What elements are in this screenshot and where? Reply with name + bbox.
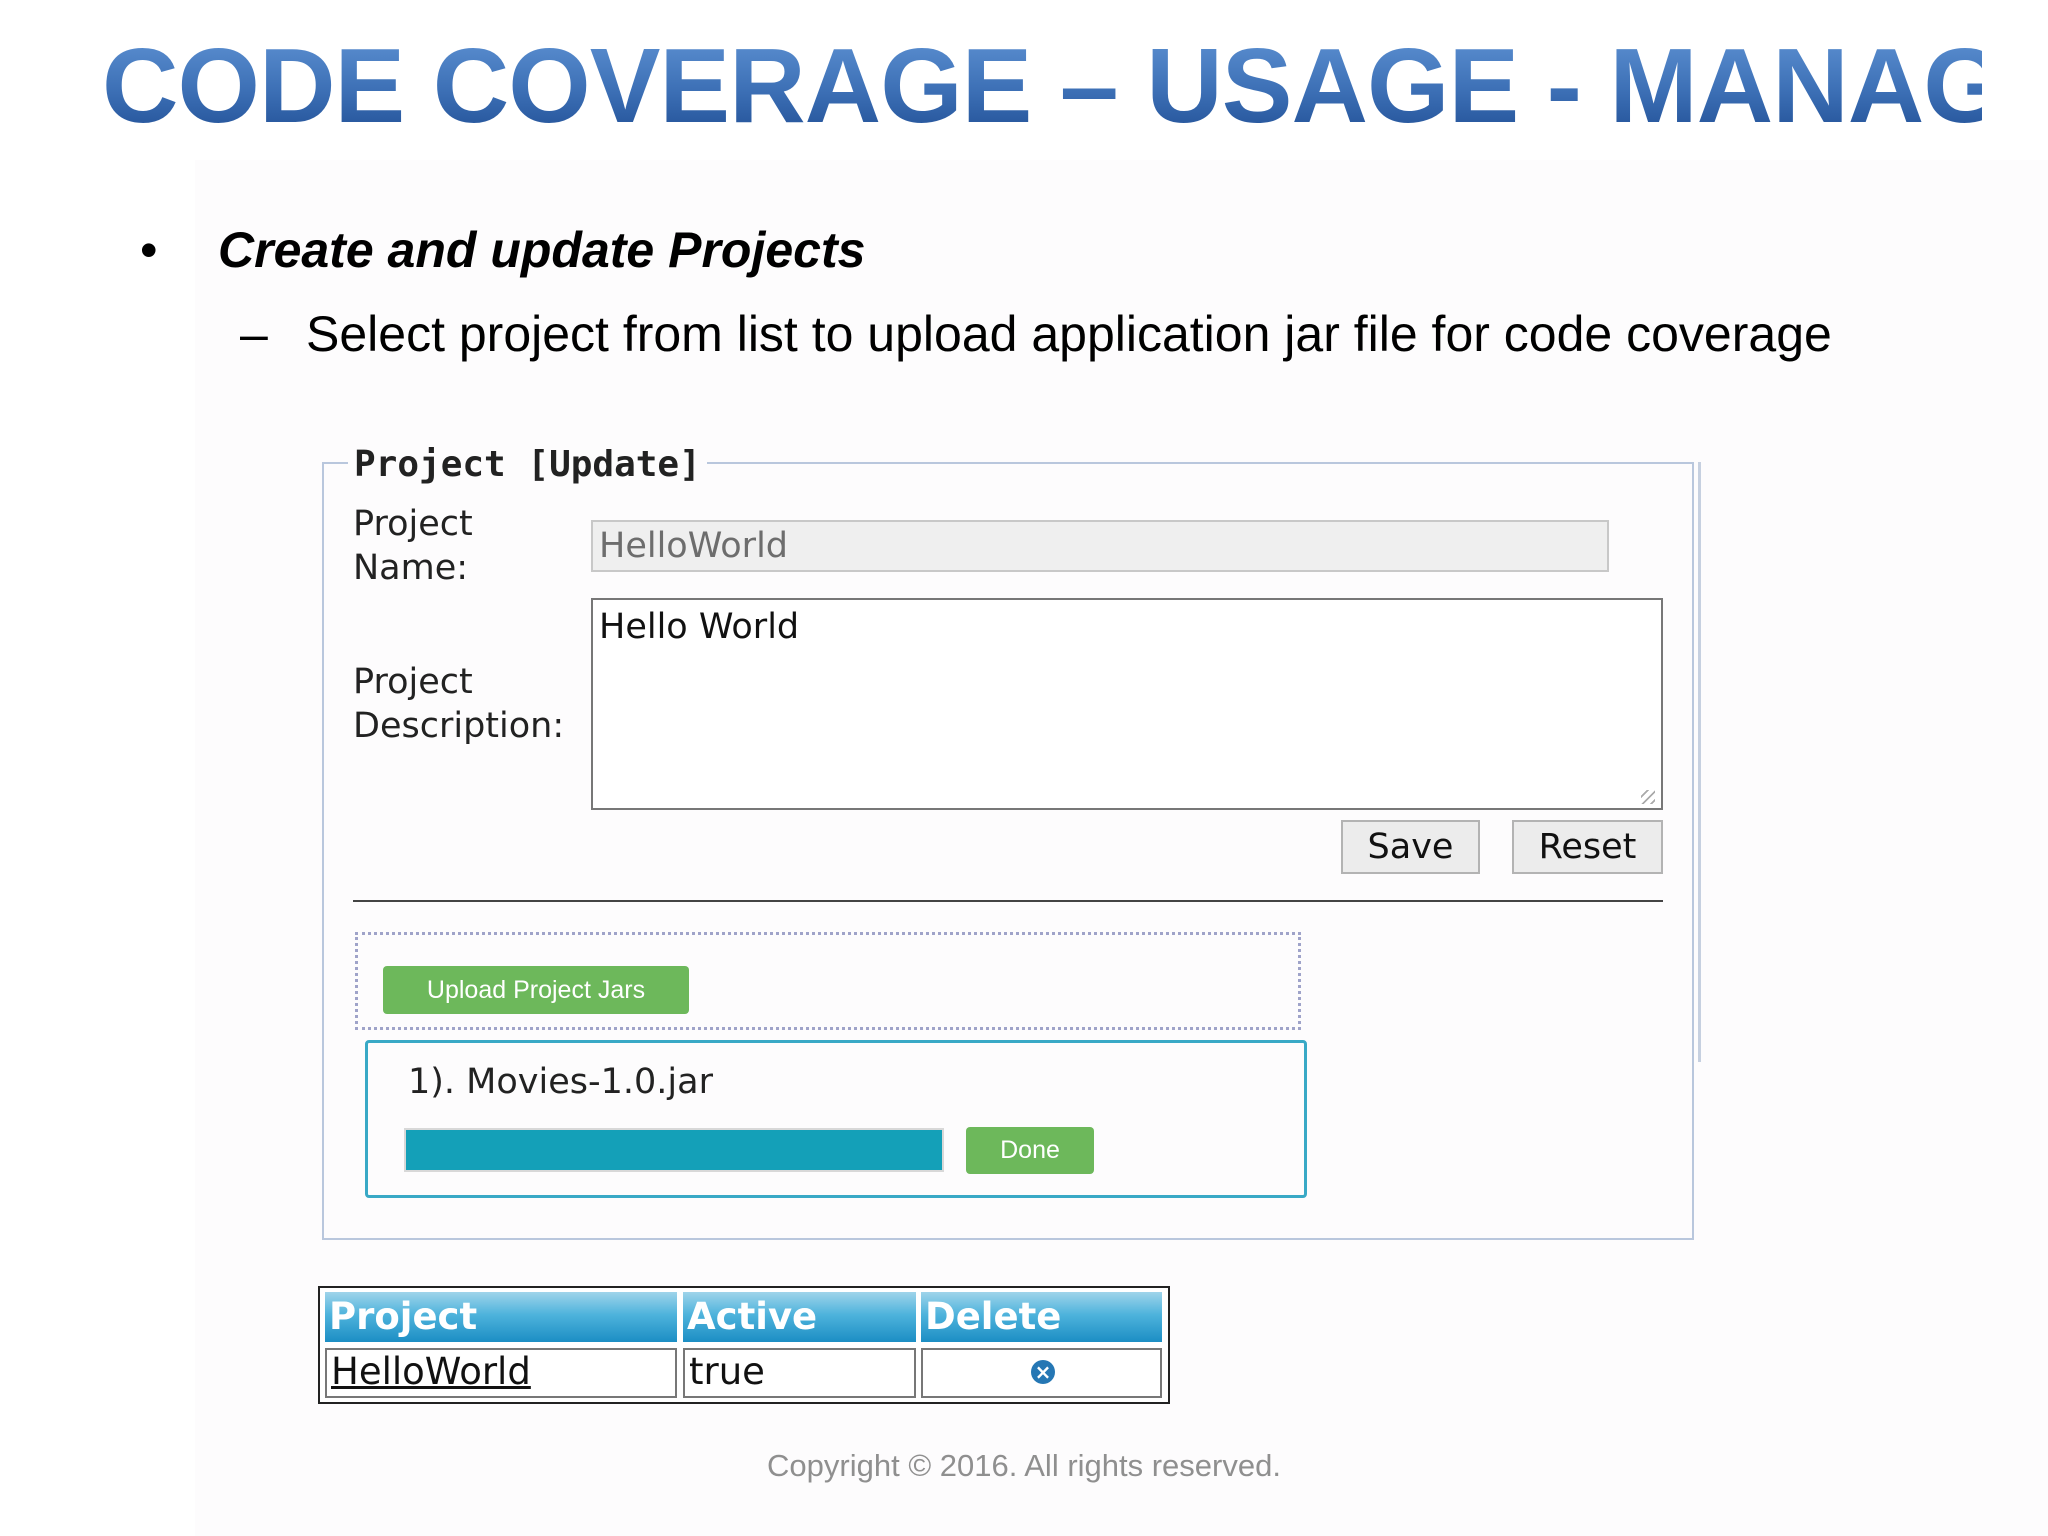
table-cell-project: HelloWorld (325, 1348, 677, 1398)
fieldset-legend: Project [Update] (348, 440, 707, 490)
project-name-label-line2: Name: (353, 548, 469, 588)
project-description-textarea[interactable]: Hello World (591, 598, 1663, 810)
project-description-value: Hello World (599, 607, 800, 647)
sub-bullet-text: Select project from list to upload appli… (306, 306, 1832, 362)
upload-progress-bar (404, 1128, 944, 1172)
project-link[interactable]: HelloWorld (331, 1350, 531, 1393)
reset-button[interactable]: Reset (1512, 820, 1663, 874)
sub-bullet-dash: – (240, 306, 268, 362)
table-cell-delete: × (921, 1348, 1162, 1398)
project-description-label-line1: Project (353, 662, 473, 702)
delete-icon[interactable]: × (1031, 1360, 1055, 1384)
resize-grip-icon[interactable] (1641, 790, 1655, 804)
bullet-dot: • (140, 222, 158, 278)
projects-table: Project Active Delete HelloWorld true × (318, 1286, 1170, 1404)
copyright-footer: Copyright © 2016. All rights reserved. (767, 1448, 1281, 1483)
column-header-active[interactable]: Active (683, 1292, 916, 1342)
column-header-delete[interactable]: Delete (921, 1292, 1162, 1342)
section-divider (353, 900, 1663, 902)
slide-title: CODE COVERAGE – USAGE - MANAGER (102, 27, 2048, 145)
table-cell-active: true (683, 1348, 916, 1398)
upload-done-button[interactable]: Done (966, 1127, 1094, 1174)
panel-shadow (1698, 462, 1701, 1062)
upload-project-jars-button[interactable]: Upload Project Jars (383, 966, 689, 1014)
uploaded-file-name: 1). Movies-1.0.jar (408, 1062, 713, 1102)
column-header-project[interactable]: Project (325, 1292, 677, 1342)
upload-progress-fill (406, 1130, 942, 1170)
project-name-input[interactable]: HelloWorld (591, 520, 1609, 572)
project-description-label-line2: Description: (353, 706, 565, 746)
project-name-label-line1: Project (353, 504, 473, 544)
save-button[interactable]: Save (1341, 820, 1480, 874)
bullet-text: Create and update Projects (218, 222, 866, 278)
